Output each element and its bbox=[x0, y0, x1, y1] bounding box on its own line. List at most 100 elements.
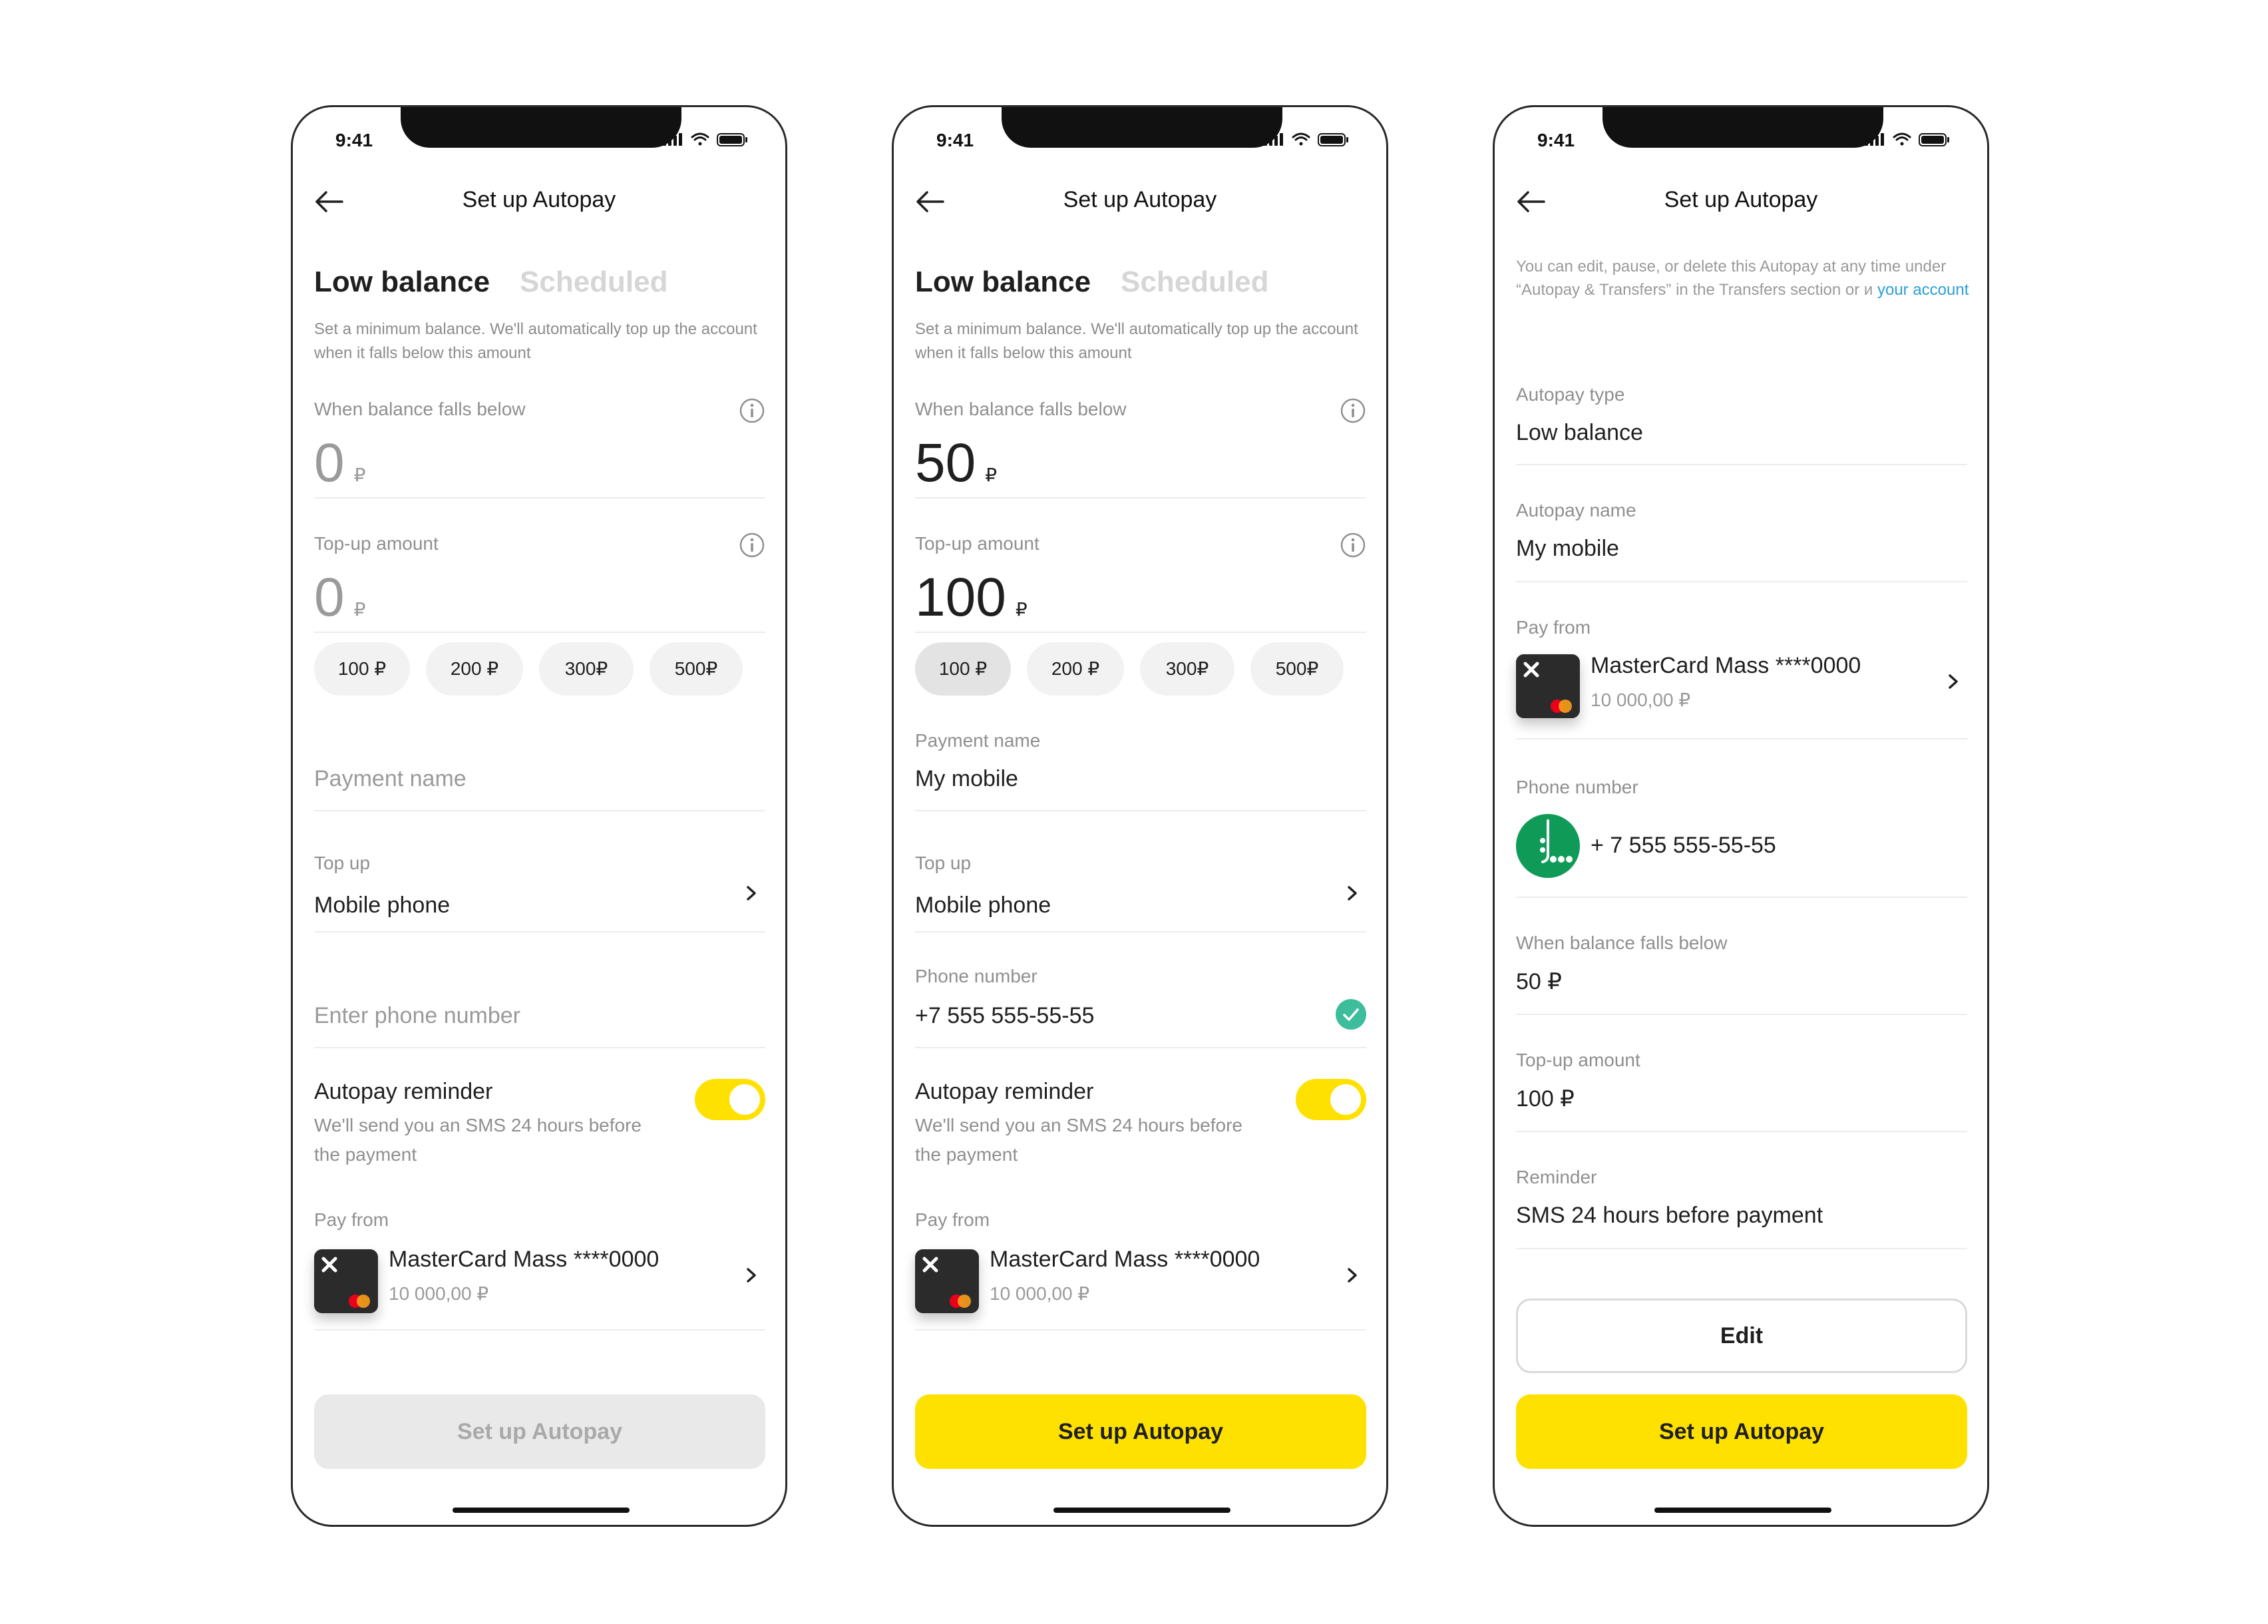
phone-number-input[interactable]: +7 555 555-55-55 bbox=[915, 1003, 1094, 1029]
status-time: 9:41 bbox=[335, 130, 373, 150]
balance-below-input[interactable]: 0 ₽ bbox=[314, 436, 365, 491]
info-icon[interactable] bbox=[1340, 532, 1366, 558]
chevron-right-icon[interactable] bbox=[1946, 672, 1961, 692]
reminder-toggle[interactable] bbox=[695, 1079, 765, 1120]
info-icon[interactable] bbox=[1340, 397, 1366, 424]
topup-amount-label: Top-up amount bbox=[314, 533, 439, 554]
signal-icon bbox=[1264, 133, 1283, 146]
page-title: Set up Autopay bbox=[1063, 187, 1217, 212]
card-name[interactable]: MasterCard Mass ****0000 bbox=[389, 1247, 659, 1273]
status-icons bbox=[1865, 132, 1949, 146]
amount-chip-300[interactable]: 300₽ bbox=[1140, 642, 1234, 696]
top-up-value[interactable]: Mobile phone bbox=[915, 893, 1051, 918]
amount-chip-500[interactable]: 500₽ bbox=[1250, 642, 1344, 696]
signal-icon bbox=[1865, 133, 1884, 146]
home-indicator bbox=[1053, 1508, 1230, 1513]
autopay-name-label: Autopay name bbox=[1516, 500, 1636, 520]
amount-chip-200[interactable]: 200 ₽ bbox=[426, 642, 523, 696]
divider bbox=[1516, 738, 1967, 739]
status-time: 9:41 bbox=[1537, 130, 1575, 150]
chevron-right-icon[interactable] bbox=[744, 883, 759, 903]
reminder-value: SMS 24 hours before payment bbox=[1516, 1203, 1823, 1228]
edit-button[interactable]: Edit bbox=[1516, 1299, 1967, 1373]
home-indicator bbox=[453, 1508, 630, 1513]
top-up-label: Top up bbox=[314, 853, 371, 873]
card-icon[interactable] bbox=[1516, 654, 1580, 718]
phone-screen-summary: 9:41 Set up Autopay You can edit, pause,… bbox=[1493, 105, 1989, 1527]
topup-amount-value: 100 ₽ bbox=[1516, 1086, 1575, 1112]
payment-name-input[interactable]: Payment name bbox=[314, 766, 467, 792]
amount-chip-100[interactable]: 100 ₽ bbox=[314, 642, 410, 696]
divider bbox=[915, 497, 1366, 499]
battery-icon bbox=[1919, 133, 1949, 146]
info-icon[interactable] bbox=[739, 397, 765, 424]
balance-below-input[interactable]: 50 ₽ bbox=[915, 436, 997, 491]
battery-icon bbox=[1318, 133, 1348, 146]
topup-amount-input[interactable]: 0 ₽ bbox=[314, 570, 365, 625]
balance-below-label: When balance falls below bbox=[915, 399, 1127, 419]
page-title: Set up Autopay bbox=[462, 187, 616, 212]
reminder-title: Autopay reminder bbox=[915, 1079, 1094, 1104]
divider bbox=[1516, 1014, 1967, 1015]
topup-amount-input[interactable]: 100 ₽ bbox=[915, 570, 1028, 625]
tab-description: Set a minimum balance. We'll automatical… bbox=[915, 320, 1358, 362]
divider bbox=[314, 497, 765, 499]
chevron-right-icon[interactable] bbox=[1345, 883, 1360, 903]
page-title: Set up Autopay bbox=[1664, 187, 1818, 212]
amount-chip-100[interactable]: 100 ₽ bbox=[915, 642, 1011, 696]
card-name[interactable]: MasterCard Mass ****0000 bbox=[990, 1247, 1260, 1273]
topup-amount-label: Top-up amount bbox=[1516, 1050, 1640, 1070]
divider bbox=[1516, 897, 1967, 898]
phone-screen-empty-form: 9:41 Set up Autopay Low balance Schedule… bbox=[291, 105, 787, 1527]
autopay-info-text: You can edit, pause, or delete this Auto… bbox=[1516, 255, 1975, 302]
battery-icon bbox=[717, 133, 747, 146]
card-balance: 10 000,00 ₽ bbox=[1591, 690, 1691, 710]
amount-chip-300[interactable]: 300₽ bbox=[539, 642, 634, 696]
payment-name-input[interactable]: My mobile bbox=[915, 766, 1018, 792]
tab-low-balance[interactable]: Low balance bbox=[314, 266, 490, 299]
pay-from-label: Pay from bbox=[314, 1209, 389, 1230]
your-account-link[interactable]: your account bbox=[1877, 281, 1969, 299]
toggle-knob bbox=[1330, 1084, 1361, 1115]
phone-number-input[interactable]: Enter phone number bbox=[314, 1003, 520, 1029]
top-up-label: Top up bbox=[915, 853, 972, 873]
card-balance: 10 000,00 ₽ bbox=[389, 1283, 489, 1304]
divider bbox=[915, 810, 1366, 811]
status-icons bbox=[663, 132, 747, 146]
amount-chip-200[interactable]: 200 ₽ bbox=[1027, 642, 1124, 696]
card-icon[interactable] bbox=[314, 1249, 378, 1313]
tab-scheduled[interactable]: Scheduled bbox=[1121, 266, 1269, 299]
tab-scheduled[interactable]: Scheduled bbox=[520, 266, 668, 299]
toggle-knob bbox=[729, 1084, 760, 1115]
status-time: 9:41 bbox=[936, 130, 974, 150]
chevron-right-icon[interactable] bbox=[744, 1265, 759, 1285]
divider bbox=[1516, 1131, 1967, 1132]
divider bbox=[314, 1047, 765, 1048]
divider bbox=[915, 1329, 1366, 1330]
wifi-icon bbox=[1292, 132, 1310, 146]
autopay-name-value: My mobile bbox=[1516, 536, 1619, 561]
setup-autopay-button[interactable]: Set up Autopay bbox=[1516, 1394, 1967, 1469]
reminder-label: Reminder bbox=[1516, 1167, 1597, 1187]
divider bbox=[314, 931, 765, 932]
info-icon[interactable] bbox=[739, 532, 765, 558]
card-icon[interactable] bbox=[915, 1249, 979, 1313]
setup-autopay-button[interactable]: Set up Autopay bbox=[314, 1394, 765, 1469]
wifi-icon bbox=[1893, 132, 1911, 146]
chevron-right-icon[interactable] bbox=[1345, 1265, 1360, 1285]
balance-below-label: When balance falls below bbox=[314, 399, 526, 419]
card-name[interactable]: MasterCard Mass ****0000 bbox=[1591, 653, 1861, 679]
setup-autopay-button[interactable]: Set up Autopay bbox=[915, 1394, 1366, 1469]
reminder-toggle[interactable] bbox=[1296, 1079, 1366, 1120]
top-up-value[interactable]: Mobile phone bbox=[314, 893, 450, 918]
notch bbox=[1002, 107, 1282, 148]
mastercard-icon bbox=[1551, 700, 1572, 713]
amount-chip-500[interactable]: 500₽ bbox=[650, 642, 743, 696]
divider bbox=[1516, 464, 1967, 465]
card-balance: 10 000,00 ₽ bbox=[990, 1283, 1090, 1304]
divider bbox=[915, 1047, 1366, 1048]
phone-number-label: Phone number bbox=[915, 966, 1038, 986]
balance-below-label: When balance falls below bbox=[1516, 932, 1728, 953]
reminder-description: We'll send you an SMS 24 hours before th… bbox=[314, 1115, 642, 1165]
tab-low-balance[interactable]: Low balance bbox=[915, 266, 1091, 299]
